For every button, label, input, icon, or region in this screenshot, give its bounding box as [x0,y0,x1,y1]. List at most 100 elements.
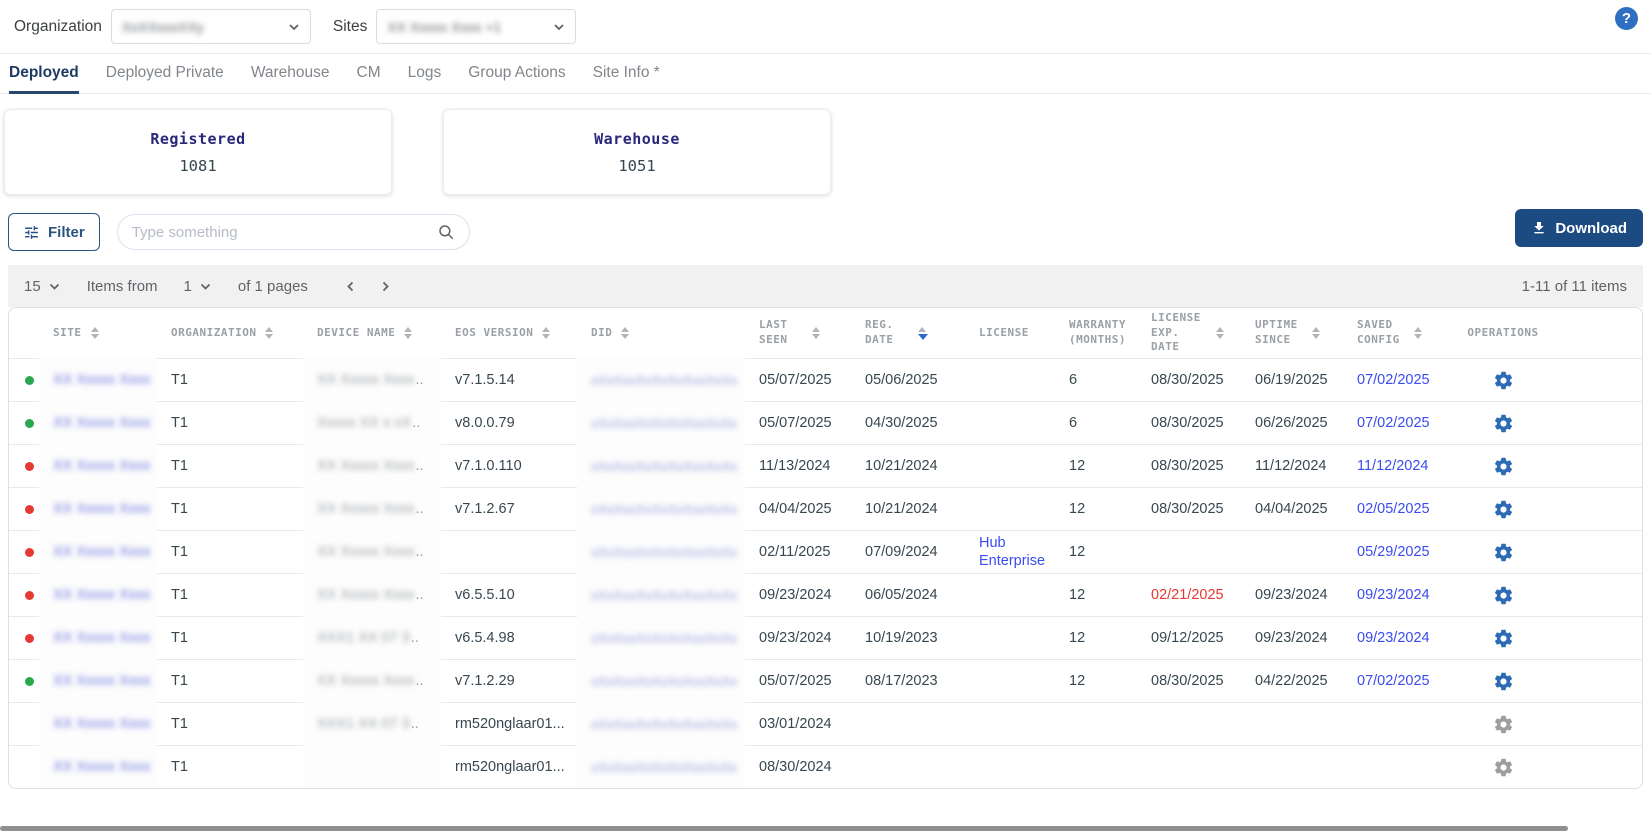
tab[interactable]: Logs [408,54,442,94]
license-link[interactable]: Hub Enterprise [979,534,1055,570]
sort-icon[interactable] [91,327,99,339]
help-icon[interactable]: ? [1615,7,1638,30]
tab-label: Logs [408,64,442,82]
sort-icon[interactable] [1414,327,1422,339]
next-page-icon[interactable] [379,280,392,293]
column-header-license-exp-date: LICENSE EXP. DATE [1137,311,1241,356]
operations-gear-icon[interactable] [1493,757,1514,778]
status-dot [25,677,34,686]
tab[interactable]: CM [357,54,381,94]
operations-gear-icon[interactable] [1493,714,1514,735]
column-header-device-name: DEVICE NAME [303,326,441,341]
status-dot [25,634,34,643]
operations-gear-icon[interactable] [1493,499,1514,520]
saved-config-link[interactable]: 05/29/2025 [1357,544,1430,560]
site-link[interactable]: XX Xxxxx Xxxx [53,544,151,560]
sort-icon[interactable] [265,327,273,339]
chevron-down-icon [288,21,300,33]
tab[interactable]: Group Actions [468,54,565,94]
tab[interactable]: Deployed Private [106,54,224,94]
sort-icon[interactable] [1312,327,1320,339]
chevron-down-icon[interactable] [199,280,212,293]
column-header-warranty: WARRANTY (MONTHS) [1055,318,1137,348]
table-row: XX Xxxxx Xxxx T1 Xxxxx XX x xX.. v8.0.0.… [9,401,1642,444]
column-header-reg-date: REG. DATE [851,318,965,348]
download-button[interactable]: Download [1515,209,1643,247]
device-name-value: XX Xxxxx Xxxx [317,544,415,560]
warranty-value: 12 [1069,630,1085,646]
site-link[interactable]: XX Xxxxx Xxxx [53,673,151,689]
search-icon[interactable] [437,223,455,241]
operations-gear-icon[interactable] [1493,370,1514,391]
sort-icon[interactable] [1216,327,1224,339]
eos-version-value: v7.1.0.110 [455,458,522,474]
operations-gear-icon[interactable] [1493,542,1514,563]
chevron-down-icon[interactable] [48,280,61,293]
saved-config-link[interactable]: 07/02/2025 [1357,673,1430,689]
saved-config-link[interactable]: 07/02/2025 [1357,415,1430,431]
saved-config-link[interactable]: 09/23/2024 [1357,630,1430,646]
page-size-value[interactable]: 15 [24,278,41,295]
warranty-value: 12 [1069,544,1085,560]
site-link[interactable]: XX Xxxxx Xxxx [53,587,151,603]
warranty-value: 12 [1069,501,1085,517]
operations-gear-icon[interactable] [1493,456,1514,477]
site-link[interactable]: XX Xxxxx Xxxx [53,415,151,431]
search-input[interactable] [132,224,412,241]
device-name-value: XX Xxxxx Xxxx [317,587,415,603]
column-header-operations: OPERATIONS [1455,326,1551,341]
table-row: XX Xxxxx Xxxx T1 rm520nglaar01... xXxXxx… [9,745,1642,788]
summary-card: Registered 1081 [4,109,392,195]
saved-config-link[interactable]: 07/02/2025 [1357,372,1430,388]
sites-select[interactable]: XX Xxxxx Xxxx +1 [376,9,576,44]
operations-gear-icon[interactable] [1493,585,1514,606]
operations-gear-icon[interactable] [1493,628,1514,649]
eos-version-value: rm520nglaar01... [455,716,565,732]
horizontal-scrollbar[interactable] [0,826,1568,831]
reg-date-value: 10/21/2024 [865,458,938,474]
tab[interactable]: Warehouse [251,54,330,94]
license-exp-date-value: 08/30/2025 [1151,415,1224,431]
organization-value: T1 [171,587,188,603]
sort-icon[interactable] [404,327,412,339]
warranty-value: 6 [1069,372,1077,388]
tab-label: Deployed Private [106,64,224,82]
of-pages-label: of 1 pages [238,278,308,295]
site-link[interactable]: XX Xxxxx Xxxx [53,372,151,388]
top-bar: Organization XxXXxxxXXy Sites XX Xxxxx X… [0,0,1651,54]
summary-card-title: Registered [150,130,245,148]
sort-icon-active[interactable] [918,327,928,340]
tab[interactable]: Site Info * [593,54,660,94]
eos-version-value: v6.5.4.98 [455,630,515,646]
filter-label: Filter [48,224,85,241]
pagination-bar: 15 Items from 1 of 1 pages 1-11 of 11 it… [8,265,1643,307]
column-header-site: SITE [39,326,157,341]
site-link[interactable]: XX Xxxxx Xxxx [53,759,151,775]
site-link[interactable]: XX Xxxxx Xxxx [53,458,151,474]
did-value: xXxXxxXxXxXxXxxXxXx [591,416,737,431]
operations-gear-icon[interactable] [1493,413,1514,434]
page-number-value[interactable]: 1 [184,278,192,295]
eos-version-value: v7.1.2.67 [455,501,515,517]
organization-value: T1 [171,415,188,431]
site-link[interactable]: XX Xxxxx Xxxx [53,501,151,517]
site-link[interactable]: XX Xxxxx Xxxx [53,630,151,646]
site-link[interactable]: XX Xxxxx Xxxx [53,716,151,732]
last-seen-value: 09/23/2024 [759,587,832,603]
saved-config-link[interactable]: 02/05/2025 [1357,501,1430,517]
operations-gear-icon[interactable] [1493,671,1514,692]
reg-date-value: 05/06/2025 [865,372,938,388]
sort-icon[interactable] [542,327,550,339]
previous-page-icon[interactable] [344,280,357,293]
items-from-label: Items from [87,278,158,295]
tab[interactable]: Deployed [9,54,79,94]
sort-icon[interactable] [812,327,820,339]
uptime-since-value: 09/23/2024 [1255,587,1328,603]
filter-button[interactable]: Filter [8,213,100,251]
items-range-label: 1-11 of 11 items [1522,278,1627,295]
sort-icon[interactable] [621,327,629,339]
uptime-since-value: 09/23/2024 [1255,630,1328,646]
organization-select[interactable]: XxXXxxxXXy [111,9,311,44]
saved-config-link[interactable]: 11/12/2024 [1357,458,1429,474]
saved-config-link[interactable]: 09/23/2024 [1357,587,1430,603]
